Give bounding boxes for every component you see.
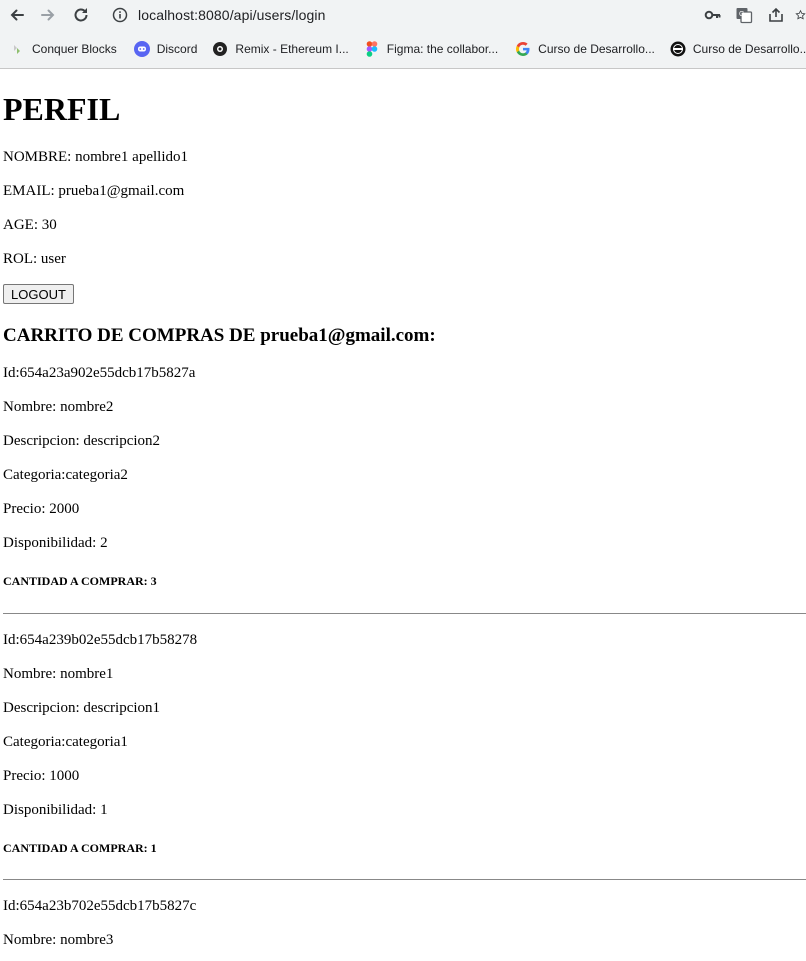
cart-item-description: Descripcion: descripcion1 xyxy=(3,700,161,716)
item-divider xyxy=(3,613,806,614)
cart-item-availability: Disponibilidad: 1 xyxy=(3,802,108,818)
reload-icon xyxy=(74,8,88,22)
cart-item-category: Categoria:categoria1 xyxy=(3,734,128,750)
bookmark-label: Curso de Desarrollo... xyxy=(692,42,806,56)
bookmark-label: Conquer Blocks xyxy=(32,42,117,56)
bookmark-label: Figma: the collabor... xyxy=(386,42,499,56)
url-text[interactable]: localhost:8080/api/users/login xyxy=(138,7,325,23)
cart-item-price: Precio: 1000 xyxy=(3,768,80,784)
bookmark-label: Curso de Desarrollo... xyxy=(538,42,655,56)
cart-item-quantity: CANTIDAD A COMPRAR: 3 xyxy=(3,574,157,588)
back-button[interactable] xyxy=(5,3,29,27)
bookmark-curso-google[interactable]: Curso de Desarrollo... xyxy=(515,41,655,57)
back-arrow-icon xyxy=(10,9,24,21)
cart-item-category: Categoria:categoria2 xyxy=(3,467,128,483)
cart-item-availability: Disponibilidad: 2 xyxy=(3,535,108,551)
cart-item-quantity: CANTIDAD A COMPRAR: 1 xyxy=(3,841,157,855)
profile-name: NOMBRE: nombre1 apellido1 xyxy=(3,149,188,165)
cart-item-name: Nombre: nombre1 xyxy=(3,666,114,682)
bookmark-label: Discord xyxy=(156,42,198,56)
figma-icon xyxy=(364,41,380,57)
reload-button[interactable] xyxy=(69,3,93,27)
profile-email: EMAIL: prueba1@gmail.com xyxy=(3,183,185,199)
logout-button[interactable]: LOGOUT xyxy=(3,284,74,304)
profile-role: ROL: user xyxy=(3,251,66,267)
bookmark-curso-2[interactable]: Curso de Desarrollo... xyxy=(670,41,806,57)
cart-item-price: Precio: 2000 xyxy=(3,501,80,517)
cart-item-id: Id:654a239b02e55dcb17b58278 xyxy=(3,632,198,648)
cart-item-id: Id:654a23a902e55dcb17b5827a xyxy=(3,365,196,381)
item-divider xyxy=(3,879,806,880)
cart-item-name: Nombre: nombre2 xyxy=(3,399,114,415)
svg-text:G: G xyxy=(739,11,744,18)
bookmark-conquer-blocks[interactable]: Conquer Blocks xyxy=(9,41,117,57)
bookmark-figma[interactable]: Figma: the collabor... xyxy=(364,41,498,57)
forward-button[interactable] xyxy=(36,3,60,27)
page-title: PERFIL xyxy=(3,91,121,127)
key-icon[interactable] xyxy=(703,5,723,25)
google-icon xyxy=(515,41,531,57)
share-icon[interactable] xyxy=(766,5,786,25)
course-icon xyxy=(670,41,686,57)
address-bar[interactable]: localhost:8080/api/users/login xyxy=(103,0,806,30)
bookmark-discord[interactable]: Discord xyxy=(133,41,198,57)
bookmark-label: Remix - Ethereum I... xyxy=(235,42,349,56)
browser-chrome: localhost:8080/api/users/login G Conquer… xyxy=(0,0,806,69)
discord-icon xyxy=(133,41,150,57)
bookmarks-bar: Conquer Blocks Discord Remix - Ethereum … xyxy=(0,36,806,62)
cart-item-id: Id:654a23b702e55dcb17b5827c xyxy=(3,898,197,914)
remix-icon xyxy=(212,41,228,57)
forward-arrow-icon xyxy=(41,9,55,21)
translate-icon[interactable]: G xyxy=(734,5,754,25)
conquer-blocks-icon xyxy=(9,41,25,57)
cart-item-description: Descripcion: descripcion2 xyxy=(3,433,161,449)
info-icon[interactable] xyxy=(112,7,128,23)
cart-item-name: Nombre: nombre3 xyxy=(3,932,114,948)
bookmark-remix[interactable]: Remix - Ethereum I... xyxy=(212,41,349,57)
cart-title: CARRITO DE COMPRAS DE prueba1@gmail.com: xyxy=(3,325,436,346)
bookmark-star-icon[interactable] xyxy=(795,5,806,25)
profile-age: AGE: 30 xyxy=(3,217,57,233)
